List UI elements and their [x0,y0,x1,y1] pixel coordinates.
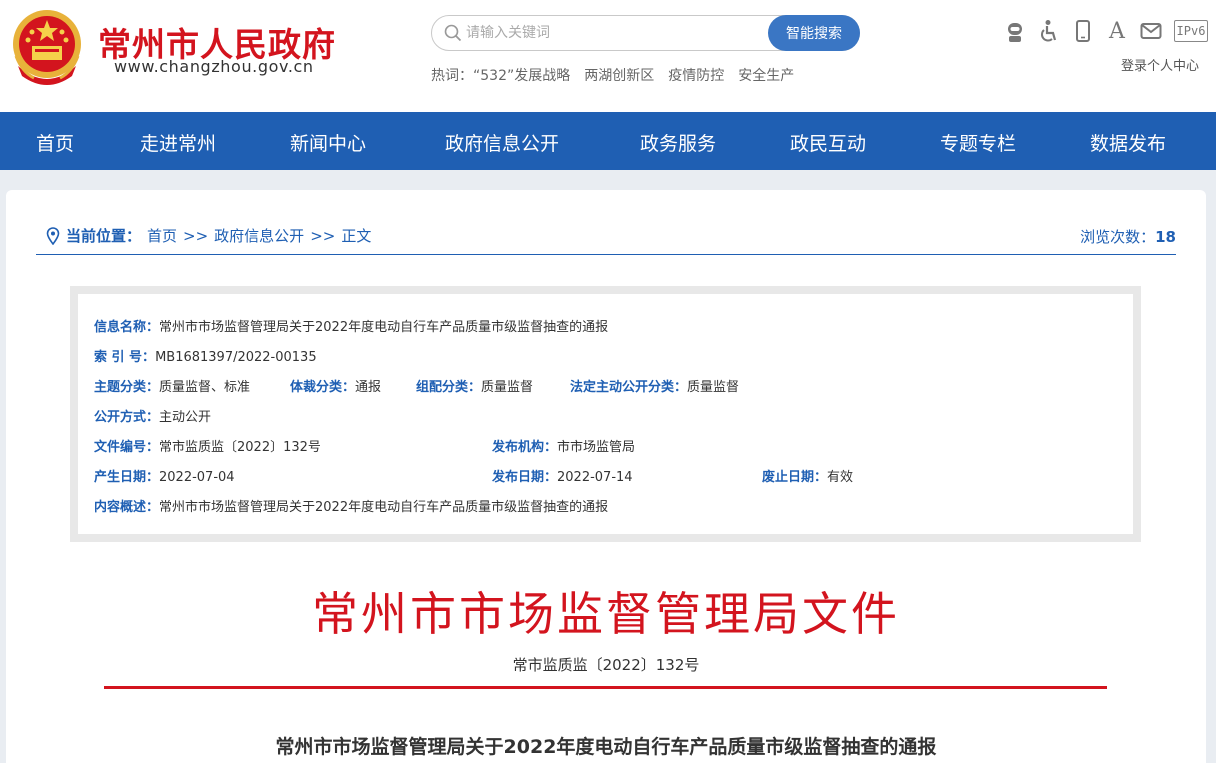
mobile-icon[interactable] [1072,18,1094,44]
article-title: 常州市市场监督管理局关于2022年度电动自行车产品质量市级监督抽查的通报 [275,736,937,758]
hotword-link[interactable]: 两湖创新区 [584,65,654,85]
breadcrumb: 当前位置： 首页 >> 政府信息公开 >> 正文 [46,225,371,246]
view-count-value: 18 [1155,228,1176,246]
view-count-label: 浏览次数： [1080,228,1156,246]
location-pin-icon [46,226,60,245]
breadcrumb-current: 正文 [341,227,372,245]
hotwords-label: 热词： [431,68,473,84]
meta-topic: 主题分类：质量监督、标准 [94,380,251,395]
meta-org: 组配分类：质量监督 [416,380,534,395]
main-nav: 首页 走进常州 新闻中心 政府信息公开 政务服务 政民互动 专题专栏 数据发布 [0,112,1216,170]
search-input[interactable] [466,17,766,49]
meta-expire: 废止日期：有效 [762,470,854,485]
hotword-link[interactable]: 疫情防控 [668,65,724,85]
document-red-divider [104,686,1107,689]
accessibility-toolbar: A IPv6 [1004,18,1208,44]
meta-genre: 体裁分类：通报 [290,380,382,395]
meta-created: 产生日期：2022-07-04 [94,470,235,485]
meta-info-name: 信息名称：常州市市场监督管理局关于2022年度电动自行车产品质量市级监督抽查的通… [94,320,609,335]
nav-item-data[interactable]: 数据发布 [1090,129,1166,156]
document-metadata: 信息名称：常州市市场监督管理局关于2022年度电动自行车产品质量市级监督抽查的通… [70,286,1141,542]
search-icon [444,24,462,42]
mail-icon[interactable] [1140,18,1162,44]
meta-published: 发布日期：2022-07-14 [492,470,633,485]
font-size-icon[interactable]: A [1106,18,1128,44]
breadcrumb-gov-info[interactable]: 政府信息公开 [214,225,304,246]
meta-index: 索 引 号：MB1681397/2022-00135 [94,350,317,365]
site-header: 常州市人民政府 www.changzhou.gov.cn 智能搜索 热词： “5… [0,0,1216,112]
nav-item-about[interactable]: 走进常州 [140,129,216,156]
breadcrumb-divider [36,254,1176,255]
content-card: 当前位置： 首页 >> 政府信息公开 >> 正文 浏览次数：18 信息名称：常州… [6,190,1206,763]
smart-search-button[interactable]: 智能搜索 [768,15,860,51]
view-count: 浏览次数：18 [1080,226,1176,247]
nav-item-home[interactable]: 首页 [36,129,74,156]
national-emblem-icon[interactable] [8,6,86,88]
breadcrumb-separator: >> [310,226,336,245]
meta-summary: 内容概述：常州市市场监督管理局关于2022年度电动自行车产品质量市级监督抽查的通… [94,500,609,515]
meta-legal: 法定主动公开分类：质量监督 [570,380,740,395]
breadcrumb-home[interactable]: 首页 [147,225,177,246]
document-number: 常市监质监〔2022〕132号 [512,656,700,674]
nav-item-news[interactable]: 新闻中心 [290,129,366,156]
nav-item-topics[interactable]: 专题专栏 [940,129,1016,156]
meta-doc-no: 文件编号：常市监质监〔2022〕132号 [94,440,321,455]
document-header-title: 常州市市场监督管理局文件 [312,587,900,641]
nav-item-gov-info[interactable]: 政府信息公开 [445,129,559,156]
breadcrumb-separator: >> [183,226,209,245]
hotword-link[interactable]: “532”发展战略 [473,65,570,85]
login-link[interactable]: 登录个人中心 [1121,55,1199,74]
ipv6-badge: IPv6 [1174,20,1208,42]
meta-open: 公开方式：主动公开 [94,410,212,425]
breadcrumb-label: 当前位置： [66,227,142,245]
meta-publisher: 发布机构：市市场监管局 [492,440,636,455]
accessibility-icon[interactable] [1038,18,1060,44]
nav-item-services[interactable]: 政务服务 [640,129,716,156]
site-url[interactable]: www.changzhou.gov.cn [114,57,314,76]
hotword-link[interactable]: 安全生产 [738,65,794,85]
nav-item-interaction[interactable]: 政民互动 [790,129,866,156]
hotwords: 热词： “532”发展战略 两湖创新区 疫情防控 安全生产 [431,65,794,85]
robot-assistant-icon[interactable] [1004,18,1026,44]
search-box: 智能搜索 [431,15,860,51]
